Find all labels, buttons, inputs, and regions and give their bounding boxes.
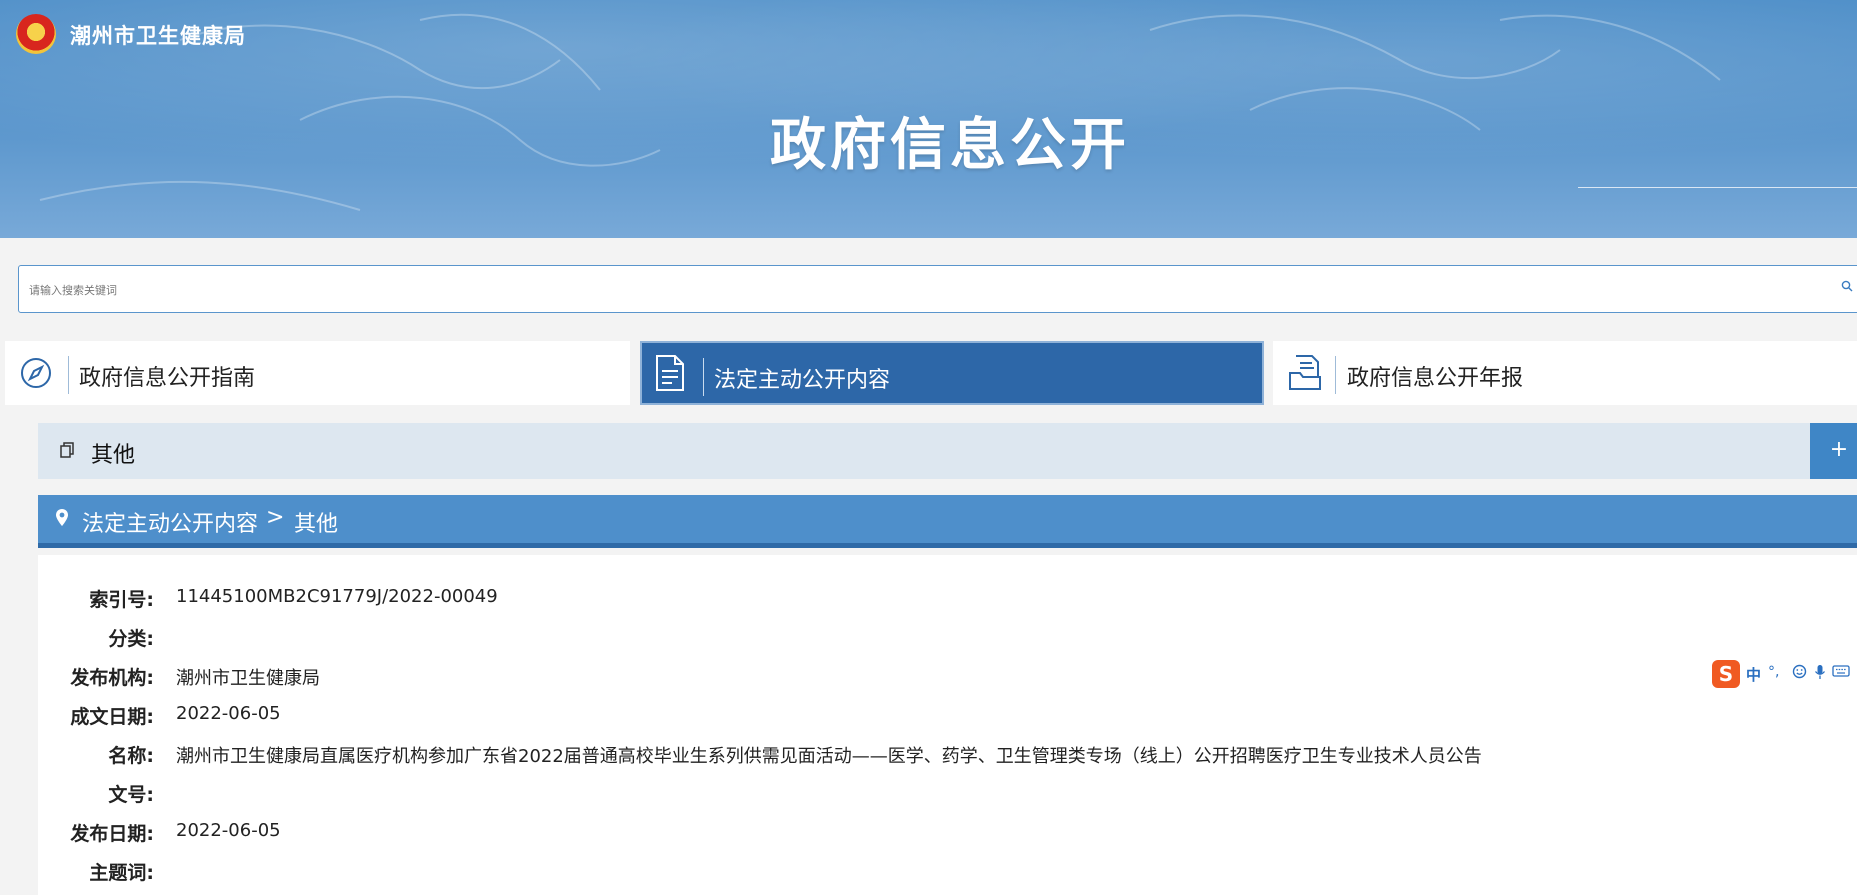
tab-separator <box>703 358 704 396</box>
written-date-label: 成文日期: <box>70 706 154 728</box>
index-number-label: 索引号: <box>89 589 154 611</box>
header-banner: ★ 潮州市卫生健康局 政府信息公开 <box>0 0 1857 238</box>
ime-mode-toggle[interactable]: 中 <box>1746 664 1761 685</box>
tab-annual-report[interactable]: 政府信息公开年报 <box>1273 341 1857 405</box>
search-box <box>18 265 1857 313</box>
keywords-label: 主题词: <box>89 862 154 884</box>
banner-divider <box>1578 187 1857 188</box>
smiley-icon[interactable] <box>1792 664 1807 683</box>
title-label: 名称: <box>108 745 154 767</box>
tab-disclosure-guide[interactable]: 政府信息公开指南 <box>5 341 630 405</box>
tab-label: 政府信息公开年报 <box>1347 366 1524 391</box>
site-name[interactable]: 潮州市卫生健康局 <box>70 20 246 50</box>
document-number-label: 文号: <box>108 784 154 806</box>
breadcrumb-item-statutory-content[interactable]: 法定主动公开内容 <box>82 506 258 538</box>
tab-label: 法定主动公开内容 <box>714 368 891 393</box>
sogou-logo-icon[interactable]: S <box>1712 660 1740 688</box>
chevron-right-icon: > <box>266 505 285 530</box>
breadcrumb-item-other[interactable]: 其他 <box>294 506 338 538</box>
tab-separator <box>1335 356 1336 394</box>
tab-statutory-content[interactable]: 法定主动公开内容 <box>640 341 1264 405</box>
national-emblem-logo: ★ <box>16 14 56 54</box>
document-list-icon <box>654 354 686 396</box>
breadcrumb: 法定主动公开内容 > 其他 <box>38 495 1857 548</box>
location-pin-icon <box>55 508 69 531</box>
document-metadata: 索引号: 11445100MB2C91779J/2022-00049 分类: 发… <box>38 555 1857 895</box>
publisher-label: 发布机构: <box>70 667 154 689</box>
written-date-value: 2022-06-05 <box>176 703 281 724</box>
publisher-value: 潮州市卫生健康局 <box>176 668 320 689</box>
publish-date-value: 2022-06-05 <box>176 820 281 841</box>
expand-button[interactable]: + <box>1810 423 1857 479</box>
tab-separator <box>68 356 69 394</box>
index-number-value: 11445100MB2C91779J/2022-00049 <box>176 586 498 607</box>
compass-icon <box>19 356 53 394</box>
folder-report-icon <box>1288 353 1322 395</box>
microphone-icon[interactable] <box>1814 664 1826 684</box>
search-input[interactable] <box>27 278 1811 302</box>
category-label: 分类: <box>108 628 154 650</box>
ime-toolbar[interactable]: S 中 °, <box>1712 660 1857 690</box>
category-accordion[interactable]: 其他 + <box>38 423 1857 479</box>
page-title: 政府信息公开 <box>770 113 1130 178</box>
publish-date-label: 发布日期: <box>70 823 154 845</box>
ime-punctuation-toggle[interactable]: °, <box>1768 664 1779 680</box>
search-icon[interactable] <box>1841 280 1853 296</box>
accordion-label: 其他 <box>91 443 136 468</box>
title-value: 潮州市卫生健康局直属医疗机构参加广东省2022届普通高校毕业生系列供需见面活动—… <box>176 746 1482 767</box>
tab-label: 政府信息公开指南 <box>79 366 256 391</box>
copy-doc-icon <box>60 442 74 462</box>
keyboard-icon[interactable] <box>1832 664 1850 682</box>
